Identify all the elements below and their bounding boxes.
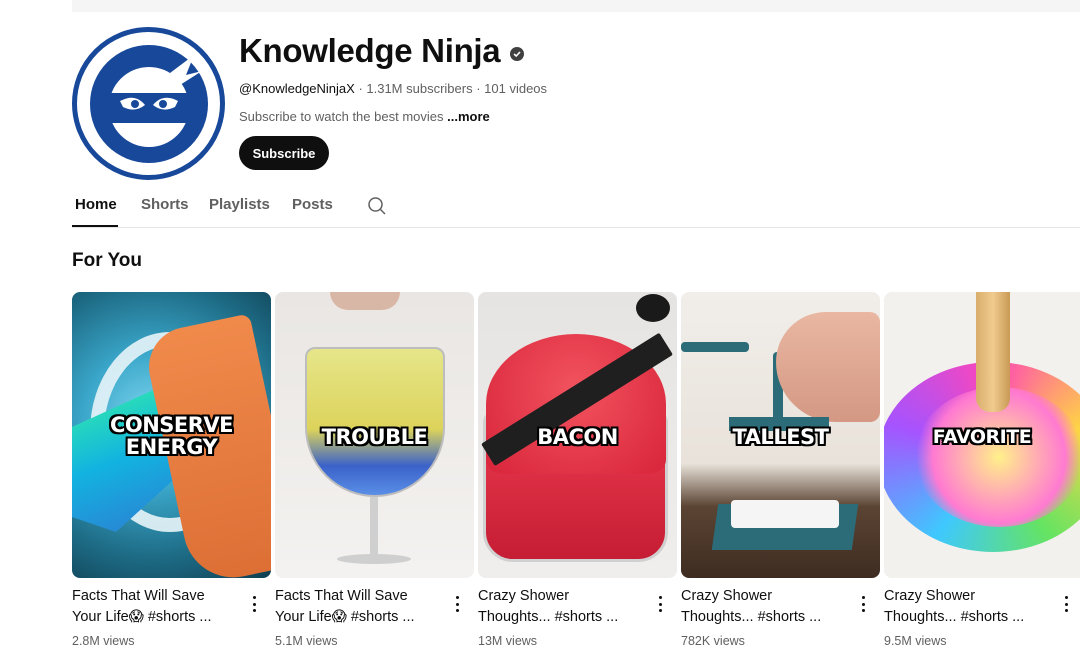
- thumbnail-caption: FAVORITE: [932, 426, 1032, 448]
- thumbnail-caption: CONSERVE ENERGY: [109, 413, 234, 459]
- channel-stats: · 1.31M subscribers · 101 videos: [354, 81, 548, 96]
- top-strip: [72, 0, 1080, 12]
- video-thumbnail[interactable]: BACON: [478, 292, 677, 578]
- channel-meta: @KnowledgeNinjaX · 1.31M subscribers · 1…: [239, 81, 547, 96]
- view-count: 9.5M views: [884, 634, 947, 648]
- video-card[interactable]: BACON Crazy Shower Thoughts... #shorts .…: [478, 292, 678, 652]
- subscribe-button[interactable]: Subscribe: [239, 136, 329, 170]
- video-thumbnail[interactable]: TALLEST: [681, 292, 880, 578]
- section-title: For You: [72, 250, 143, 271]
- video-title[interactable]: Facts That Will Save Your Life😱 #shorts …: [275, 586, 445, 628]
- video-title[interactable]: Facts That Will Save Your Life😱 #shorts …: [72, 586, 242, 628]
- video-card[interactable]: CONSERVE ENERGY Facts That Will Save Your…: [72, 292, 272, 652]
- more-options-icon[interactable]: [1060, 594, 1072, 614]
- tab-shorts[interactable]: Shorts: [141, 196, 189, 213]
- tab-posts[interactable]: Posts: [292, 196, 333, 213]
- channel-title: Knowledge Ninja: [239, 32, 525, 70]
- more-options-icon[interactable]: [654, 594, 666, 614]
- view-count: 13M views: [478, 634, 538, 648]
- view-count: 782K views: [681, 634, 745, 648]
- description-text: Subscribe to watch the best movies: [239, 109, 448, 124]
- video-title[interactable]: Crazy Shower Thoughts... #shorts ...: [884, 586, 1054, 628]
- thumbnail-caption: BACON: [537, 425, 618, 449]
- ninja-logo-icon: [89, 44, 208, 163]
- channel-description[interactable]: Subscribe to watch the best movies ...mo…: [239, 109, 490, 124]
- view-count: 5.1M views: [275, 634, 338, 648]
- channel-tabs: Home Shorts Playlists Posts: [72, 186, 1080, 228]
- video-card[interactable]: TALLEST Crazy Shower Thoughts... #shorts…: [681, 292, 881, 652]
- video-card[interactable]: TROUBLE Facts That Will Save Your Life😱 …: [275, 292, 475, 652]
- more-options-icon[interactable]: [857, 594, 869, 614]
- channel-handle: @KnowledgeNinjaX: [239, 81, 355, 96]
- video-title[interactable]: Crazy Shower Thoughts... #shorts ...: [681, 586, 851, 628]
- thumbnail-caption: TROUBLE: [321, 425, 428, 449]
- video-card[interactable]: FAVORITE Crazy Shower Thoughts... #short…: [884, 292, 1080, 652]
- view-count: 2.8M views: [72, 634, 135, 648]
- tab-playlists[interactable]: Playlists: [209, 196, 270, 213]
- verified-check-icon: [510, 47, 525, 61]
- more-options-icon[interactable]: [248, 594, 260, 614]
- more-options-icon[interactable]: [451, 594, 463, 614]
- active-tab-indicator: [72, 225, 118, 227]
- channel-name: Knowledge Ninja: [239, 32, 501, 69]
- channel-avatar[interactable]: [72, 27, 225, 180]
- video-thumbnail[interactable]: FAVORITE: [884, 292, 1080, 578]
- search-icon[interactable]: [366, 195, 388, 217]
- tab-home[interactable]: Home: [75, 196, 117, 213]
- thumbnail-caption: TALLEST: [732, 425, 829, 449]
- video-thumbnail[interactable]: CONSERVE ENERGY: [72, 292, 271, 578]
- video-title[interactable]: Crazy Shower Thoughts... #shorts ...: [478, 586, 648, 628]
- more-link[interactable]: ...more: [447, 109, 490, 124]
- video-thumbnail[interactable]: TROUBLE: [275, 292, 474, 578]
